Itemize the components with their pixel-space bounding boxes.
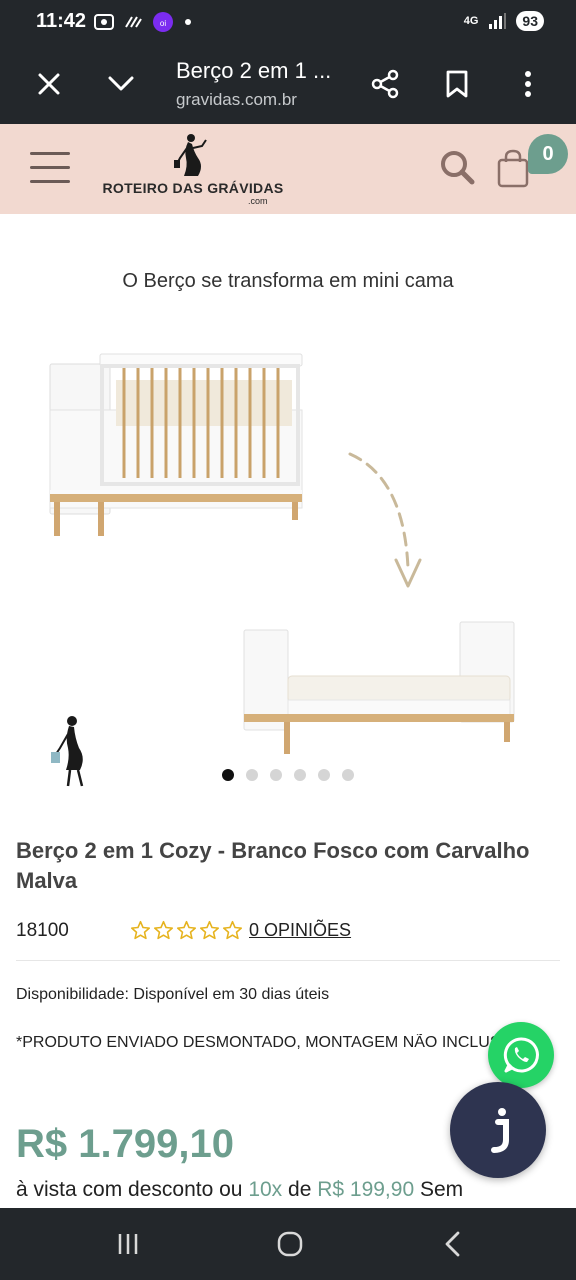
svg-text:oi: oi xyxy=(160,19,166,28)
menu-icon-line xyxy=(30,152,70,155)
whatsapp-button[interactable] xyxy=(488,1022,554,1088)
installments-count: 10x xyxy=(248,1178,283,1201)
site-header: ROTEIRO DAS GRÁVIDAS .com xyxy=(0,124,576,214)
installments-text: à vista com desconto ou 10x de R$ 199,90… xyxy=(16,1178,463,1202)
watermark-logo-icon xyxy=(51,716,84,787)
gallery-dot[interactable] xyxy=(270,769,282,781)
reviews-link[interactable]: 0 OPINIÕES xyxy=(249,920,351,941)
browser-page-title: Berço 2 em 1 ... xyxy=(176,58,332,83)
system-nav-bar xyxy=(0,1208,576,1280)
gallery-dot[interactable] xyxy=(222,769,234,781)
site-logo[interactable]: ROTEIRO DAS GRÁVIDAS .com xyxy=(98,132,288,208)
star-empty-icon xyxy=(199,920,220,940)
installments-value: R$ 199,90 xyxy=(317,1178,415,1201)
gallery-dot[interactable] xyxy=(294,769,306,781)
browser-toolbar: Berço 2 em 1 ... gravidas.com.br xyxy=(0,42,576,124)
assembly-notice: *PRODUTO ENVIADO DESMONTADO, MONTAGEM NÃ… xyxy=(16,1034,518,1051)
chat-assistant-button[interactable] xyxy=(450,1082,546,1178)
star-empty-icon xyxy=(222,920,243,940)
star-empty-icon xyxy=(176,920,197,940)
product-title: Berço 2 em 1 Cozy - Branco Fosco com Car… xyxy=(16,838,530,893)
minimize-button[interactable] xyxy=(101,64,141,104)
menu-icon-line xyxy=(30,166,70,169)
dot-icon xyxy=(185,19,191,25)
logo-subtext: .com xyxy=(248,196,268,206)
shopping-bag-icon xyxy=(497,149,529,188)
status-bar: 11:42 oi 4G 93 xyxy=(0,0,576,42)
menu-icon-line xyxy=(30,180,70,183)
product-rating[interactable]: 0 OPINIÕES xyxy=(130,920,351,941)
home-icon xyxy=(277,1231,303,1257)
search-button[interactable] xyxy=(438,148,478,188)
recent-apps-button[interactable] xyxy=(108,1226,148,1262)
transform-arrow-icon xyxy=(348,452,422,588)
menu-button[interactable] xyxy=(30,152,70,184)
gallery-dot[interactable] xyxy=(342,769,354,781)
gallery-caption: O Berço se transforma em mini cama xyxy=(122,270,454,292)
chevron-down-icon xyxy=(108,76,134,91)
back-button[interactable] xyxy=(432,1226,472,1262)
divider xyxy=(16,960,560,961)
cart-count-badge: 0 xyxy=(528,134,568,174)
bookmark-button[interactable] xyxy=(437,64,477,104)
chat-assistant-icon xyxy=(491,1108,509,1153)
wifi-calling-icon xyxy=(125,16,142,28)
search-icon xyxy=(441,151,475,185)
app-notification-icon: oi xyxy=(153,12,173,32)
logo-text: ROTEIRO DAS GRÁVIDAS xyxy=(102,180,284,196)
product-sku: 18100 xyxy=(16,920,69,941)
battery-level: 93 xyxy=(516,11,544,31)
installments-mid: de xyxy=(288,1178,312,1201)
signal-icon xyxy=(489,13,507,29)
status-icons-right: 4G 93 xyxy=(464,11,544,31)
back-icon xyxy=(445,1231,460,1257)
status-time: 11:42 xyxy=(36,10,87,32)
more-vertical-icon xyxy=(525,71,531,97)
star-empty-icon xyxy=(130,920,151,940)
installments-prefix: à vista com desconto ou xyxy=(16,1178,243,1201)
whatsapp-icon xyxy=(503,1037,539,1073)
share-button[interactable] xyxy=(365,64,405,104)
pregnant-woman-logo-icon xyxy=(174,134,207,176)
status-icons-left: oi xyxy=(94,11,192,33)
bookmark-icon xyxy=(446,70,468,98)
close-icon xyxy=(38,73,60,95)
more-options-button[interactable] xyxy=(508,64,548,104)
browser-url[interactable]: gravidas.com.br xyxy=(176,90,297,110)
star-empty-icon xyxy=(153,920,174,940)
gallery-pagination xyxy=(222,769,354,781)
share-icon xyxy=(371,69,399,99)
availability-text: Disponibilidade: Disponível em 30 dias ú… xyxy=(16,986,330,1003)
close-tab-button[interactable] xyxy=(29,64,69,104)
crib-image[interactable] xyxy=(46,350,308,540)
home-button[interactable] xyxy=(270,1226,310,1262)
recent-apps-icon xyxy=(118,1234,138,1254)
mini-bed-image[interactable] xyxy=(240,618,520,758)
installments-suffix: Sem xyxy=(419,1178,464,1201)
gallery-dot[interactable] xyxy=(318,769,330,781)
gallery-dot[interactable] xyxy=(246,769,258,781)
product-price: R$ 1.799,10 xyxy=(16,1122,234,1166)
screenshot-icon xyxy=(94,14,114,30)
network-type: 4G xyxy=(463,15,479,27)
